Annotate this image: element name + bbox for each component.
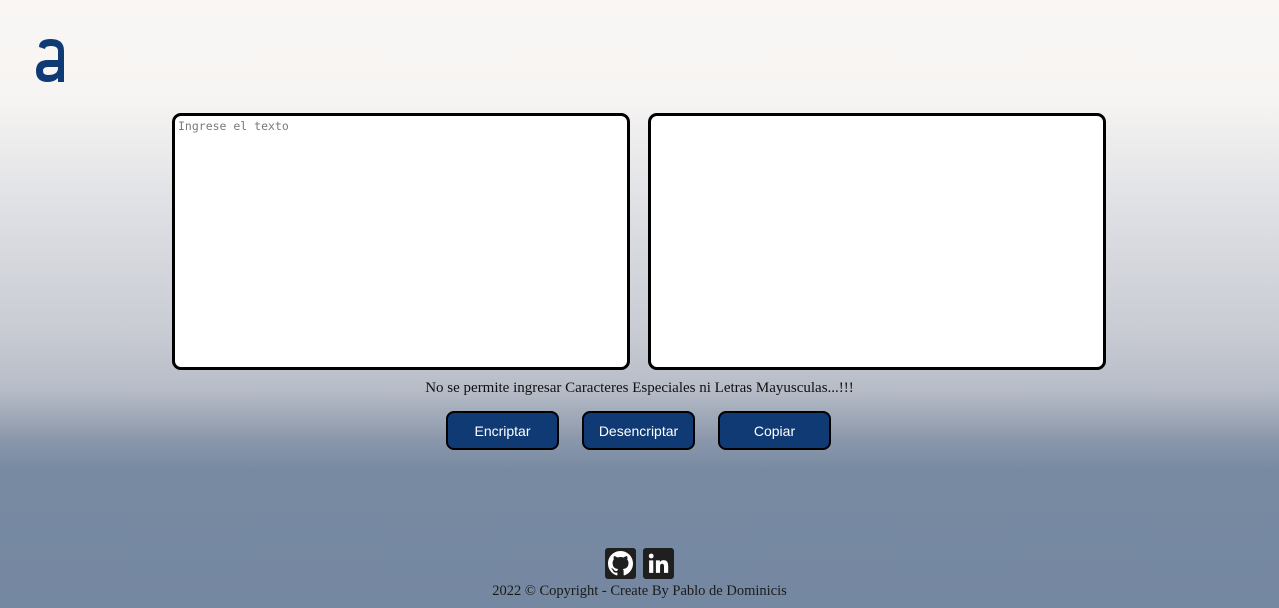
encrypt-button[interactable]: Encriptar: [446, 411, 559, 450]
alura-logo-icon[interactable]: [34, 37, 68, 83]
decrypt-button[interactable]: Desencriptar: [582, 411, 695, 450]
social-links: [605, 548, 674, 579]
output-panel: [648, 113, 1106, 370]
linkedin-icon[interactable]: [643, 548, 674, 579]
copyright-text: 2022 © Copyright - Create By Pablo de Do…: [492, 583, 787, 599]
result-output[interactable]: [651, 116, 1103, 367]
warning-message: No se permite ingresar Caracteres Especi…: [425, 380, 854, 396]
github-icon[interactable]: [605, 548, 636, 579]
action-buttons: Encriptar Desencriptar Copiar: [446, 411, 832, 450]
input-panel: [172, 113, 630, 370]
text-input[interactable]: [175, 116, 627, 367]
copy-button[interactable]: Copiar: [718, 411, 831, 450]
